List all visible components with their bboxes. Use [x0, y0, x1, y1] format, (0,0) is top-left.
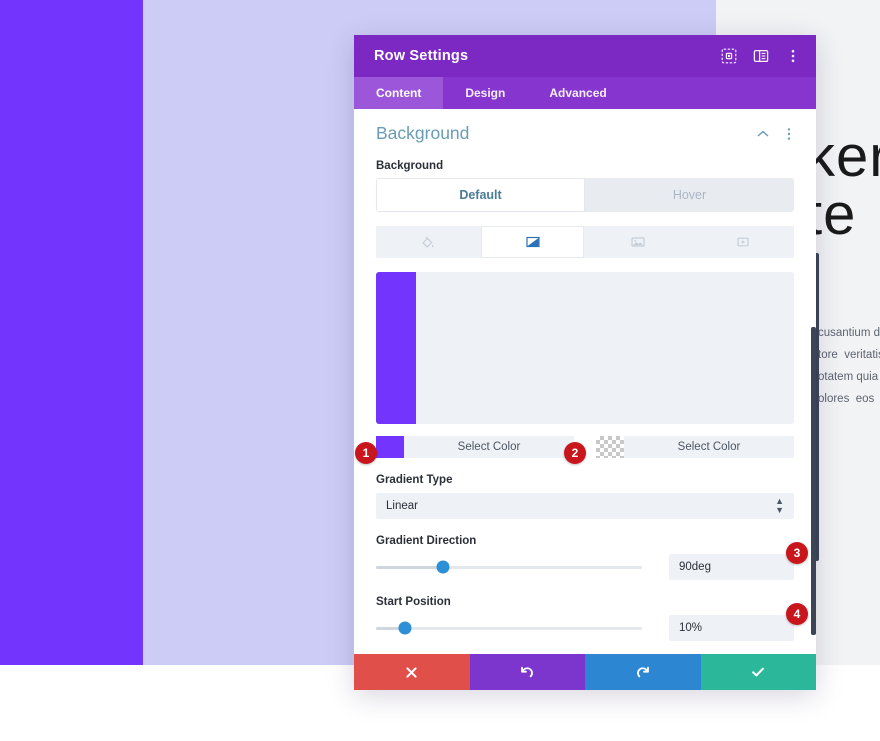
gradient-direction-label: Gradient Direction — [376, 535, 477, 547]
cancel-button[interactable] — [354, 654, 470, 690]
background-field-label: Background — [376, 160, 444, 172]
start-position-knob[interactable] — [398, 621, 412, 635]
gradient-color-pickers: 1 2 Select Color Select Color — [354, 424, 816, 464]
section-title: Background — [376, 123, 470, 143]
redo-icon — [636, 666, 649, 678]
modal-footer — [354, 654, 816, 690]
gradient-direction-group: Gradient Direction 3 90deg — [354, 519, 816, 580]
annotation-badge-3: 3 — [786, 542, 808, 564]
gradient-preview-remainder — [415, 272, 794, 424]
page-headline: ker te — [806, 124, 880, 247]
gradient-type-select[interactable]: Linear ▲ ▼ — [376, 493, 794, 519]
page-body-text: cusantium do tore veritatis otatem quia … — [818, 327, 880, 405]
gradient-direction-slider[interactable] — [376, 557, 642, 577]
gradient-preview-wrap — [354, 258, 816, 424]
background-image-icon[interactable] — [586, 226, 689, 258]
background-type-row — [354, 212, 816, 258]
background-section-header: Background — [354, 109, 816, 146]
tab-design[interactable]: Design — [443, 77, 527, 109]
background-color-icon[interactable] — [376, 226, 479, 258]
gradient-color-2[interactable]: Select Color — [596, 436, 794, 458]
gradient-color-1[interactable]: Select Color — [376, 436, 574, 458]
start-position-label: Start Position — [376, 596, 451, 608]
modal-body: Background Background Default Hover 1 2 … — [354, 109, 816, 654]
start-position-input[interactable]: 10% — [669, 615, 794, 641]
modal-header-icons — [720, 47, 802, 65]
check-icon — [752, 667, 765, 677]
end-position-group: End Position 5 10% — [354, 641, 816, 654]
gradient-type-label: Gradient Type — [376, 474, 453, 486]
select-color-button-1[interactable]: Select Color — [404, 436, 574, 458]
modal-tabs: Content Design Advanced — [354, 77, 816, 109]
select-color-button-2[interactable]: Select Color — [624, 436, 794, 458]
modal-title: Row Settings — [374, 48, 469, 64]
background-state-toggle: Default Hover — [354, 178, 816, 212]
redo-button[interactable] — [585, 654, 701, 690]
tab-advanced[interactable]: Advanced — [527, 77, 628, 109]
modal-header: Row Settings — [354, 35, 816, 77]
gradient-direction-input[interactable]: 90deg — [669, 554, 794, 580]
save-button[interactable] — [700, 654, 816, 690]
color-swatch-1[interactable] — [376, 436, 404, 458]
page-purple-column — [0, 0, 143, 665]
row-settings-modal: Row Settings Content Design Advanced Bac… — [354, 35, 816, 690]
start-position-group: Start Position 4 10% — [354, 580, 816, 641]
start-position-slider[interactable] — [376, 618, 642, 638]
background-state-default[interactable]: Default — [376, 178, 585, 212]
annotation-badge-2: 2 — [564, 442, 586, 464]
annotation-badge-1: 1 — [355, 442, 377, 464]
responsive-preview-icon[interactable] — [720, 47, 738, 65]
section-more-options-icon[interactable] — [782, 127, 796, 141]
background-state-hover[interactable]: Hover — [585, 178, 794, 212]
select-stepper-icon: ▲ ▼ — [775, 496, 784, 515]
more-options-icon[interactable] — [784, 47, 802, 65]
gradient-type-value: Linear — [386, 500, 418, 512]
undo-icon — [521, 666, 534, 678]
color-swatch-2[interactable] — [596, 436, 624, 458]
undo-button[interactable] — [469, 654, 585, 690]
annotation-badge-4: 4 — [786, 603, 808, 625]
background-video-icon[interactable] — [691, 226, 794, 258]
gradient-direction-knob[interactable] — [436, 560, 449, 574]
tab-content[interactable]: Content — [354, 77, 444, 109]
section-header-icons — [756, 127, 796, 141]
gradient-preview-stop — [376, 272, 416, 424]
layout-toggle-icon[interactable] — [752, 47, 770, 65]
gradient-type-group: Gradient Type Linear ▲ ▼ — [354, 458, 816, 519]
modal-scrollbar[interactable] — [811, 327, 816, 635]
background-gradient-icon[interactable] — [481, 226, 584, 258]
gradient-preview — [376, 272, 794, 424]
close-icon — [406, 666, 417, 678]
page-root: ker te cusantium do tore veritatis otate… — [0, 0, 880, 741]
chevron-up-icon[interactable] — [756, 127, 770, 141]
